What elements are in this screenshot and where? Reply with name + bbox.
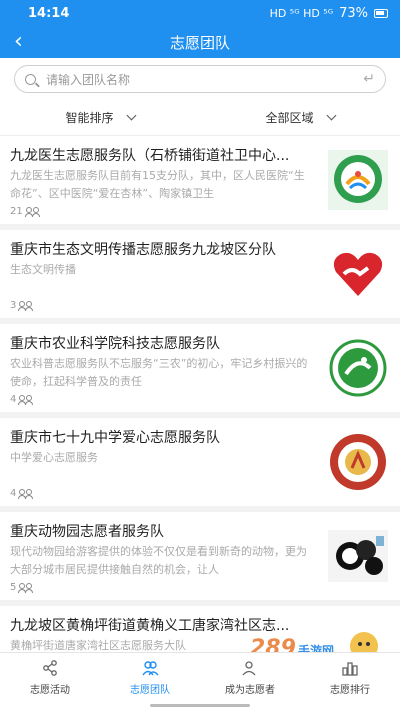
list-item[interactable]: 重庆动物园志愿者服务队 现代动物园给游客提供的体验不仅仅是看到新奇的动物，更为大… (0, 512, 400, 606)
people-icon (18, 300, 34, 311)
status-time: 14:14 (28, 6, 70, 21)
tab-volunteer-activities[interactable]: 志愿活动 (0, 653, 100, 702)
nav-bar: ‹ 志愿团队 (0, 27, 400, 58)
member-count-value: 5 (10, 582, 17, 593)
member-count-value: 21 (10, 206, 23, 217)
member-count: 4 (10, 488, 34, 499)
list-item[interactable]: 重庆市农业科学院科技志愿服务队 农业科普志愿服务队不忘服务“三农”的初心，牢记乡… (0, 324, 400, 418)
team-desc: 现代动物园给游客提供的体验不仅仅是看到新奇的动物，更为大部分城市居民提供接触自然… (10, 545, 307, 576)
list-item[interactable]: 重庆市七十九中学爱心志愿服务队 中学爱心志愿服务 4 (0, 418, 400, 512)
chevron-down-icon (326, 110, 336, 121)
search-placeholder: 请输入团队名称 (46, 72, 131, 87)
network-indicator: HD ⁵ᴳ HD ⁵ᴳ (269, 7, 334, 20)
team-name: 九龙医生志愿服务队（石桥铺街道社卫中心... (10, 148, 290, 164)
tab-label: 成为志愿者 (225, 685, 275, 696)
member-count: 3 (10, 300, 34, 311)
team-desc: 农业科普志愿服务队不忘服务“三农”的初心，牢记乡村振兴的使命，扛起科学普及的责任 (10, 357, 308, 388)
team-name: 重庆市七十九中学爱心志愿服务队 (10, 430, 220, 446)
tab-volunteer-ranking[interactable]: 志愿排行 (300, 653, 400, 702)
team-logo (328, 150, 388, 210)
battery-icon (374, 9, 388, 18)
status-bar: 14:14 HD ⁵ᴳ HD ⁵ᴳ 73% (0, 0, 400, 27)
team-name: 重庆市生态文明传播志愿服务九龙坡区分队 (10, 242, 276, 258)
team-name: 九龙坡区黄桷坪街道黄桷义工唐家湾社区志... (10, 618, 290, 634)
team-logo (329, 339, 387, 397)
team-list: 九龙医生志愿服务队（石桥铺街道社卫中心... 九龙医生志愿服务队目前有15支分队… (0, 136, 400, 700)
enter-icon[interactable]: ↵ (363, 71, 375, 87)
member-count-value: 3 (10, 300, 17, 311)
tab-label: 志愿团队 (130, 685, 170, 696)
ranking-icon (342, 662, 358, 676)
search-icon (25, 73, 36, 85)
tab-volunteer-teams[interactable]: 志愿团队 (100, 653, 200, 702)
back-icon[interactable]: ‹ (14, 30, 23, 54)
team-desc: 生态文明传播 (10, 263, 76, 276)
member-count: 5 (10, 582, 34, 593)
member-count-value: 4 (10, 394, 17, 405)
member-count: 21 (10, 206, 41, 217)
search-bar: 请输入团队名称 ↵ (0, 58, 400, 100)
bottom-tab-bar: 志愿活动 志愿团队 成为志愿者 志愿排行 (0, 652, 400, 702)
people-icon (18, 488, 34, 499)
zoo-panda-logo (328, 530, 388, 582)
status-icons: HD ⁵ᴳ HD ⁵ᴳ 73% (270, 6, 388, 21)
school-logo (330, 434, 386, 490)
team-desc: 九龙医生志愿服务队目前有15支分队，其中，区人民医院“生命花”、区中医院“爱在杏… (10, 169, 305, 200)
page-title: 志愿团队 (169, 34, 230, 52)
filter-bar: 智能排序 全部区域 (0, 100, 400, 136)
tab-label: 志愿排行 (330, 685, 370, 696)
people-icon (24, 206, 41, 217)
list-item[interactable]: 重庆市生态文明传播志愿服务九龙坡区分队 生态文明传播 3 (0, 230, 400, 324)
search-input[interactable]: 请输入团队名称 ↵ (14, 65, 386, 93)
member-count: 4 (10, 394, 34, 405)
user-plus-icon (242, 661, 256, 676)
team-desc: 中学爱心志愿服务 (10, 451, 98, 464)
home-indicator (150, 704, 250, 707)
people-icon (18, 394, 34, 405)
people-icon (18, 582, 34, 593)
battery-percent: 73% (339, 6, 368, 21)
list-item[interactable]: 九龙医生志愿服务队（石桥铺街道社卫中心... 九龙医生志愿服务队目前有15支分队… (0, 136, 400, 230)
area-filter-label: 全部区域 (265, 111, 314, 125)
tab-become-volunteer[interactable]: 成为志愿者 (200, 653, 300, 702)
tab-label: 志愿活动 (30, 685, 70, 696)
sort-filter[interactable]: 智能排序 (0, 100, 200, 135)
team-icon (142, 661, 159, 676)
member-count-value: 4 (10, 488, 17, 499)
chevron-down-icon (126, 110, 136, 121)
share-icon (43, 660, 57, 676)
team-name: 重庆市农业科学院科技志愿服务队 (10, 336, 220, 352)
team-name: 重庆动物园志愿者服务队 (10, 524, 164, 540)
sort-filter-label: 智能排序 (65, 111, 114, 125)
volunteer-heart-logo (333, 252, 383, 296)
area-filter[interactable]: 全部区域 (200, 100, 400, 135)
